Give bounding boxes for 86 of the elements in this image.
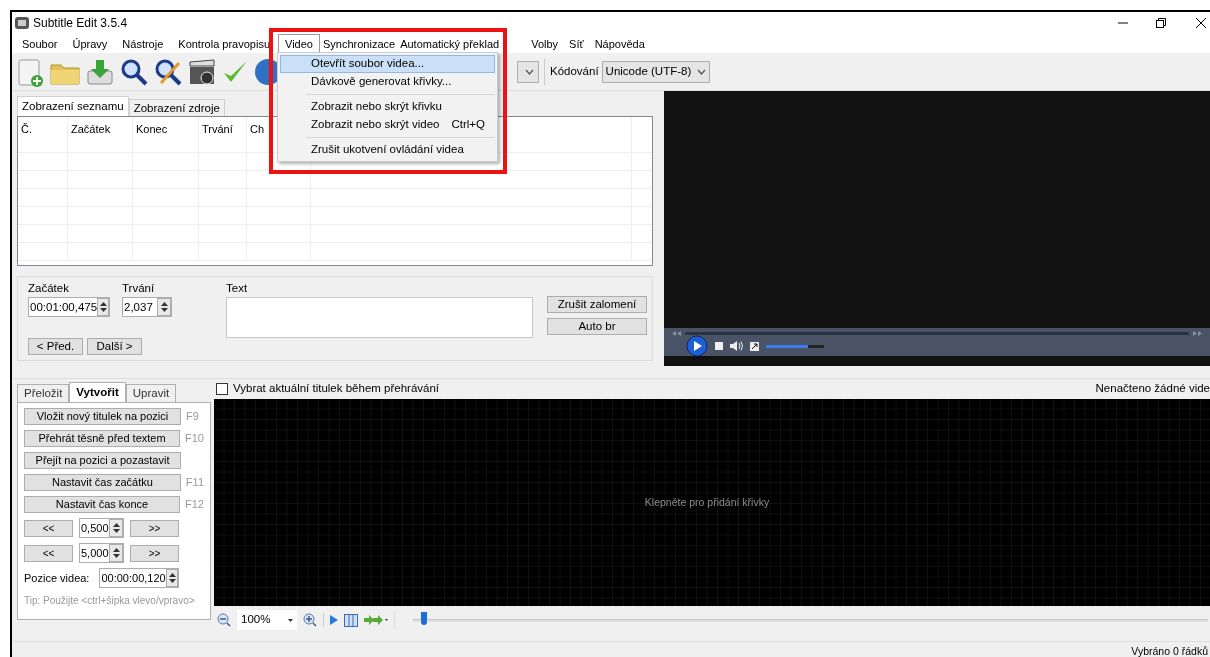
spin-buttons[interactable] [109,519,123,537]
follow-checkbox[interactable] [216,383,228,395]
column-header[interactable]: Začátek [68,117,133,152]
menu-item[interactable]: Soubor [15,33,65,53]
volume-icon[interactable] [730,341,743,351]
tip-text: Tip: Použijte <ctrl+šipka vlevo/vpravo> [24,594,196,608]
caret-icon [288,618,294,622]
view-tab[interactable]: Zobrazení seznamu [17,96,129,116]
video-position-label: Pozice videa: [24,570,90,586]
slider-thumb[interactable] [421,612,428,625]
menu-item[interactable]: Video [278,33,320,53]
mode-tab[interactable]: Upravit [125,384,177,402]
zoom-in-icon[interactable] [303,613,318,627]
clapperboard-icon[interactable] [187,56,217,87]
editor-button[interactable]: Auto br [547,318,647,335]
caret-icon [696,68,706,75]
menu-option[interactable]: Otevřít soubor videa... [280,55,495,73]
waveform-panel[interactable]: Klepněte pro přidání křivky [214,399,1210,606]
menu-item[interactable]: Síť [564,33,589,53]
action-button[interactable]: Vložit nový titulek na pozici [24,408,181,425]
step-field[interactable]: 5,000 [79,543,124,563]
video-status: Nenačteno žádné vide [1095,381,1210,397]
duration-label: Trvání [122,281,156,296]
fast-forward-icon[interactable] [1193,330,1202,336]
zoom-dropdown[interactable]: 100% [237,610,298,630]
previous-button[interactable]: < Před. [28,338,83,356]
spin-buttons[interactable] [109,544,123,562]
menu-option[interactable]: Dávkově generovat křivky... [280,73,495,91]
spin-buttons[interactable] [165,569,179,587]
checkbox-label: Vybrat aktuální titulek během přehrávání [233,381,440,397]
new-file-icon[interactable] [15,56,45,87]
shortcut-label: F10 [185,431,204,447]
status-text: Vybráno 0 řádků [1131,645,1208,657]
shortcut-label: F9 [186,409,199,425]
menu-item[interactable]: Volby [526,33,564,53]
menu-option[interactable]: Zobrazit nebo skrýt křivku [280,98,495,116]
start-label: Začátek [28,281,70,296]
column-header[interactable]: Konec [133,117,199,152]
menu-item[interactable]: Automatický překlad [398,33,502,53]
step-back-button[interactable]: << [24,519,73,537]
menu-item[interactable]: Kontrola pravopisu [171,33,278,53]
menu-option[interactable]: Zrušit ukotvení ovládání videa [280,141,495,159]
spin-buttons[interactable] [97,298,109,317]
step-forward-button[interactable]: >> [130,519,179,537]
step-back-button[interactable]: << [24,544,73,562]
menu-item[interactable]: Nástroje [115,33,171,53]
columns-icon[interactable] [344,613,359,627]
duration-field[interactable]: 2,037 [122,297,172,318]
window-title: Subtitle Edit 3.5.4 [33,14,128,32]
app-icon [15,16,29,29]
rewind-icon[interactable] [672,330,681,336]
text-field[interactable] [226,297,533,339]
action-button[interactable]: Nastavit čas začátku [24,474,181,491]
step-forward-button[interactable]: >> [130,544,179,562]
zoom-out-icon[interactable] [217,613,231,627]
spin-buttons[interactable] [157,298,171,317]
shortcut-label: F11 [185,475,204,491]
column-header[interactable]: Trvání [199,117,247,152]
encoding-label: Kódování [550,63,599,79]
menu-item[interactable]: Synchronizace [320,33,398,53]
video-position-field[interactable]: 00:00:00,120 [99,568,180,588]
editor-button[interactable]: Zrušit zalomení [547,296,647,313]
shortcut-label: F12 [185,497,204,513]
format-dropdown[interactable] [517,60,539,83]
menu-item[interactable]: Úpravy [65,33,115,53]
step-field[interactable]: 0,500 [79,518,124,538]
fullscreen-icon[interactable] [750,341,759,351]
action-button[interactable]: Přehrát těsně před textem [24,430,181,447]
next-button[interactable]: Další > [87,338,142,356]
play-icon[interactable] [686,335,708,357]
text-label: Text [226,281,249,296]
close-icon[interactable] [1195,16,1207,29]
mode-tab[interactable]: Přeložit [17,384,70,402]
view-tab[interactable]: Zobrazení zdroje [128,99,225,116]
double-arrow-icon[interactable] [364,615,389,625]
action-button[interactable]: Nastavit čas konce [24,496,181,513]
mode-tab[interactable]: Vytvořit [69,382,126,402]
action-button[interactable]: Přejít na pozici a pozastavit [24,452,181,469]
column-header[interactable]: Č. [18,117,68,152]
restore-icon[interactable] [1155,16,1167,29]
waveform-hint: Klepněte pro přidání křivky [644,494,770,510]
menu-item[interactable]: Nápověda [589,33,650,53]
encoding-dropdown[interactable]: Unicode (UTF-8) [601,60,710,83]
caret-icon [525,68,534,75]
start-time-field[interactable]: 00:01:00,475 [28,297,110,318]
menu-option[interactable]: Zobrazit nebo skrýt video Ctrl+Q [280,116,495,134]
